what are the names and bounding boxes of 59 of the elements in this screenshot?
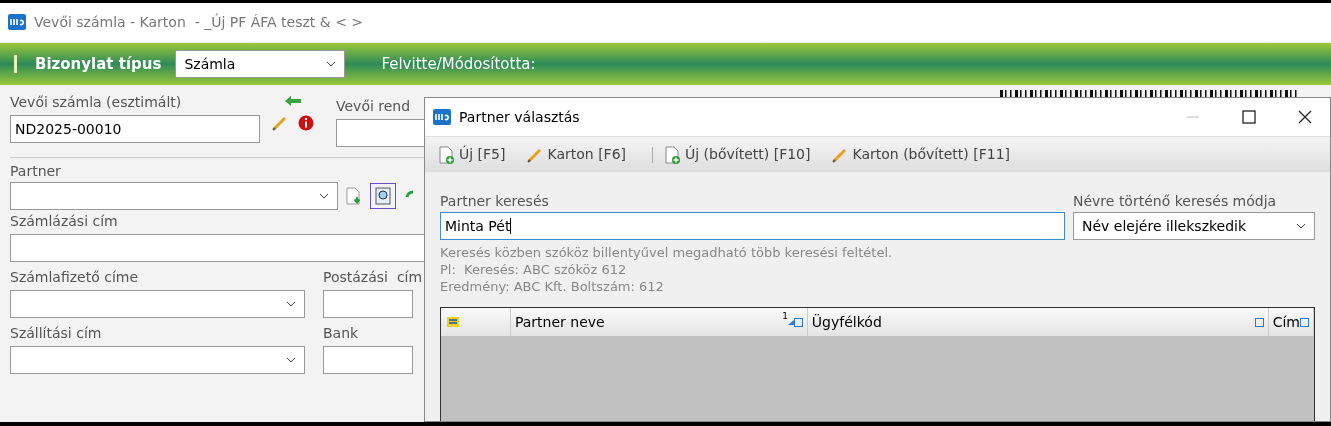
- bank-field[interactable]: [323, 346, 413, 374]
- magnifier-document-icon: [375, 187, 391, 205]
- invoice-number-field[interactable]: ND2025-00010: [10, 115, 260, 143]
- bank-label: Bank: [323, 324, 359, 342]
- payer-address-select[interactable]: [10, 290, 305, 318]
- invoice-number-label: Vevői számla (esztimált): [10, 93, 182, 111]
- column-header[interactable]: Cím: [1268, 308, 1314, 336]
- chevron-down-icon: [286, 357, 296, 363]
- chevron-down-icon: [319, 193, 329, 199]
- sort-ascending-icon: [787, 319, 794, 325]
- chevron-down-icon: [286, 301, 296, 307]
- maximize-icon[interactable]: [1242, 110, 1256, 124]
- pencil-icon: [527, 146, 544, 163]
- info-icon[interactable]: [298, 115, 314, 131]
- shipping-address-select[interactable]: [10, 346, 305, 374]
- pencil-icon: [272, 115, 288, 131]
- document-type-select[interactable]: Számla: [175, 50, 346, 78]
- filter-icon[interactable]: [1300, 317, 1309, 327]
- arrow-left-icon[interactable]: [284, 95, 302, 107]
- customer-order-label: Vevői rend: [336, 97, 411, 115]
- search-hint-text: Eredmény: ABC Kft. Boltszám: 612: [440, 278, 665, 295]
- search-mode-select[interactable]: Név elejére illekszkedik: [1073, 212, 1315, 240]
- customer-order-field[interactable]: [336, 119, 426, 147]
- toolbar-button[interactable]: Új (bővített) [F10]: [661, 144, 815, 165]
- column-chooser-icon: [447, 317, 459, 327]
- window-title: Vevői számla - Karton - _Új PF ÁFA teszt & < >: [34, 12, 364, 32]
- toolbar-button[interactable]: Karton (bővített) [F11]: [828, 144, 1014, 165]
- partner-label: Partner: [10, 162, 61, 180]
- billing-address-label: Számlázási cím: [10, 212, 118, 230]
- search-mode-label: Névre történő keresés módja: [1073, 192, 1277, 210]
- filter-icon[interactable]: [793, 317, 803, 327]
- app-logo-icon: [8, 14, 26, 30]
- partner-search-label: Partner keresés: [440, 192, 549, 210]
- chevron-down-icon: [326, 61, 337, 67]
- app-logo-icon: [433, 109, 451, 125]
- chevron-down-icon: [1296, 223, 1306, 229]
- pencil-icon: [832, 146, 849, 163]
- column-header[interactable]: Partner neve 1: [510, 308, 808, 336]
- sort-index: 1: [782, 310, 788, 323]
- postal-address-field[interactable]: [323, 290, 413, 318]
- new-document-icon: [439, 145, 455, 164]
- modified-by-label: Felvitte/Módosította:: [381, 53, 536, 75]
- dialog-title: Partner választás: [459, 107, 580, 127]
- column-header[interactable]: Ügyfélkód: [807, 308, 1269, 336]
- search-hint-text: Keresés közben szóköz billentyűvel megadható több keresési feltétel.: [440, 244, 894, 261]
- partner-search-field[interactable]: Minta Pét: [440, 212, 1065, 240]
- partner-select[interactable]: [10, 182, 338, 210]
- filter-icon[interactable]: [1254, 317, 1264, 327]
- toolbar-button[interactable]: Új [F5]: [435, 144, 510, 165]
- shipping-address-label: Szállítási cím: [10, 324, 102, 342]
- toolbar-button[interactable]: Karton [F6]: [523, 144, 630, 165]
- new-document-icon: [665, 145, 681, 164]
- payer-address-label: Számlafizető címe: [10, 268, 139, 286]
- postal-address-label: Postázási cím: [323, 268, 423, 286]
- search-hint-text: Pl: Keresés: ABC szóköz 612: [440, 261, 628, 278]
- document-search-button[interactable]: [370, 183, 396, 209]
- document-type-label: Bizonylat típus: [35, 53, 162, 75]
- document-download-icon[interactable]: [346, 187, 362, 205]
- close-icon[interactable]: [1298, 110, 1312, 124]
